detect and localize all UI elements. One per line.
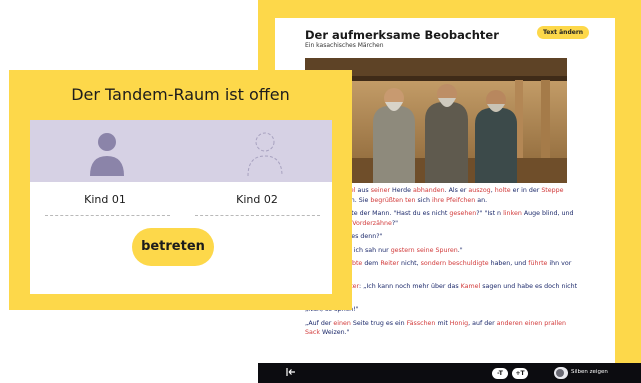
highlighted-word: einen — [333, 319, 351, 327]
highlighted-word: Spuren — [435, 246, 458, 254]
story-title: Der aufmerksame Beobachter — [305, 28, 499, 42]
story-text-segment: sich — [415, 196, 433, 204]
back-arrow-icon-glyph — [286, 368, 295, 376]
story-text-segment: Weizen." — [319, 329, 350, 336]
participant-slots: Kind 01 Kind 02 betreten — [30, 120, 332, 294]
highlighted-word: begrüßten — [370, 196, 404, 204]
highlighted-word: Vorderzähne — [352, 219, 392, 227]
highlighted-word: Fässchen — [406, 319, 436, 327]
story-text-segment: nicht, — [398, 260, 421, 267]
highlighted-word: holte — [494, 187, 511, 194]
highlighted-word: Sack — [305, 329, 320, 336]
highlighted-word: Reiter — [380, 260, 399, 267]
story-text-segment: . Als er — [444, 187, 469, 194]
highlighted-word: abhanden — [413, 187, 445, 194]
highlighted-word: beschuldigte — [448, 260, 489, 267]
participant-name-1: Kind 01 — [84, 193, 126, 206]
story-text-segment: ?" "Ist — [476, 210, 498, 217]
story-text-segment: und habe es doch nicht — [501, 283, 578, 290]
highlighted-word: Kamel — [460, 283, 481, 290]
story-text-segment: sagen — [482, 283, 502, 290]
highlighted-word: prallen — [544, 319, 567, 327]
back-arrow-icon[interactable] — [285, 366, 297, 382]
decrease-font-button[interactable]: -T — [492, 368, 508, 379]
syllables-toggle-label: Silben zeigen — [571, 369, 608, 375]
story-text-segment: „Auf der — [305, 319, 334, 327]
syllables-toggle[interactable] — [554, 367, 568, 379]
highlighted-word: seine — [416, 246, 434, 254]
enter-room-button[interactable]: betreten — [132, 228, 214, 266]
user-avatar-icon — [90, 133, 124, 176]
highlighted-word: Honig — [449, 319, 469, 327]
highlighted-word: linken — [503, 210, 522, 217]
story-text-segment: ." — [457, 246, 463, 254]
story-paragraph: „Auf der einen Seite trug es ein Fässche… — [305, 319, 580, 338]
change-text-button[interactable]: Text ändern — [537, 26, 589, 39]
background-accent-right — [614, 0, 641, 363]
highlighted-word: ten — [405, 196, 416, 204]
increase-font-button[interactable]: +T — [512, 368, 528, 379]
story-text-segment: an. — [475, 196, 488, 204]
story-text-segment: ?" — [391, 219, 399, 227]
participant-divider-1 — [45, 215, 170, 216]
tandem-room-dialog: Der Tandem-Raum ist offen Kind 01 Kind 0… — [9, 70, 352, 310]
highlighted-word: anderen — [496, 319, 523, 327]
story-text-segment: : „Ich kann noch mehr über das — [359, 283, 461, 290]
dialog-title: Der Tandem-Raum ist offen — [71, 85, 290, 104]
story-subtitle: Ein kasachisches Märchen — [305, 42, 384, 49]
highlighted-word: seiner — [370, 187, 391, 194]
story-text-segment: haben, und — [488, 260, 529, 267]
bottom-toolbar: -T +T Silben zeigen — [258, 363, 641, 383]
story-text-segment: mit — [435, 319, 450, 327]
highlighted-word: Pfeifchen — [446, 196, 476, 204]
toggle-knob — [556, 369, 564, 377]
participant-name-2: Kind 02 — [236, 193, 278, 206]
highlighted-word: einen — [524, 319, 543, 327]
highlighted-word: gestern — [390, 246, 415, 254]
user-avatar-placeholder-icon — [247, 132, 283, 177]
story-text-segment: aus — [355, 187, 371, 194]
highlighted-word: führte — [528, 260, 548, 267]
highlighted-word: Steppe — [541, 187, 564, 194]
story-text-segment: dem — [362, 260, 381, 267]
story-text-segment: er in der — [510, 187, 542, 194]
participant-divider-2 — [195, 215, 320, 216]
story-text-segment: Seite trug es ein — [350, 319, 407, 327]
highlighted-word: ihre — [432, 196, 445, 204]
highlighted-word: gesehen — [449, 210, 477, 217]
story-text-segment: Herde — [390, 187, 414, 194]
highlighted-word: auszog — [468, 187, 491, 194]
story-text-segment: , auf der — [468, 319, 497, 327]
highlighted-word: sondern — [420, 260, 447, 267]
